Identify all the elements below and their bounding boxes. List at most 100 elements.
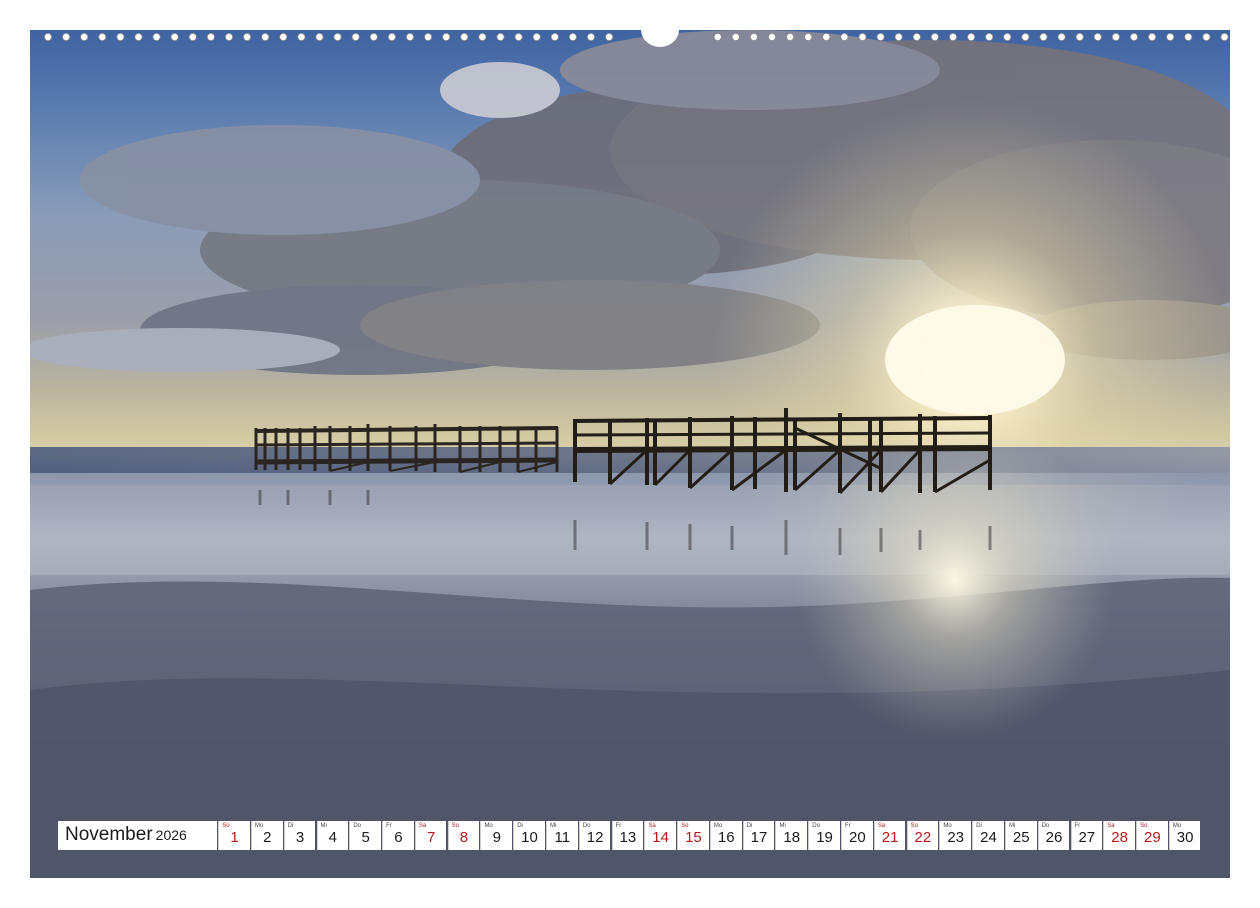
day-cell: Do 26 [1037,821,1070,850]
binding-hole [1220,33,1229,41]
binding-holes [43,33,1229,41]
binding-hole [550,33,559,41]
binding-hole [858,33,867,41]
binding-hole [894,33,903,41]
binding-hole [967,33,976,41]
binding-hole [188,33,197,41]
binding-hole [478,33,487,41]
binding-hole [605,33,614,41]
day-cell: So 15 [677,821,709,850]
day-cell: Mo 30 [1168,821,1201,850]
day-cell: Do 19 [808,821,840,850]
day-cell: Mi 25 [1004,821,1037,850]
day-cell: Do 12 [578,821,611,850]
day-cell: Mo 23 [939,821,971,850]
binding-hole [1075,33,1084,41]
day-cell: Mi 4 [316,821,349,850]
binding-hole [387,33,396,41]
day-number: 26 [1045,829,1063,846]
day-cell: Mo 9 [480,821,513,850]
day-number: 16 [717,829,735,846]
binding-hole [279,33,288,41]
binding-hole [62,33,71,41]
binding-hole [43,33,52,41]
day-number: 20 [848,829,866,846]
day-cell: Fr 27 [1070,821,1103,850]
binding-hole [1093,33,1102,41]
day-number: 4 [328,829,337,846]
binding-hole [80,33,89,41]
month-name: November [65,824,153,845]
binding-hole [1003,33,1012,41]
day-number: 2 [263,829,272,846]
binding-hole [930,33,939,41]
day-cell: Fr 20 [841,821,873,850]
binding-hole [98,33,107,41]
day-cell: So 29 [1136,821,1168,850]
day-number: 27 [1078,829,1096,846]
binding-hole [1130,33,1139,41]
binding-hole [1057,33,1066,41]
binding-hole [1148,33,1157,41]
binding-hole [496,33,505,41]
day-number: 9 [492,829,501,846]
binding-hole [1202,33,1211,41]
binding-hole [369,33,378,41]
day-cell: Mo 2 [250,821,283,850]
binding-hole [261,33,270,41]
binding-hole [424,33,433,41]
day-cell: So 1 [218,821,250,850]
day-cell: So 22 [906,821,939,850]
binding-hole [876,33,885,41]
day-number: 3 [295,829,305,846]
day-cell: So 8 [447,821,480,850]
binding-hole [1166,33,1175,41]
binding-hole [822,33,831,41]
binding-hole [134,33,143,41]
binding-hole [297,33,306,41]
day-number: 24 [980,829,997,846]
day-number: 5 [361,829,370,846]
day-number: 12 [586,829,604,846]
day-cell: Do 5 [349,821,381,850]
binding-hole [206,33,215,41]
year: 2026 [155,827,187,843]
binding-hole [731,33,740,41]
day-number: 14 [652,829,669,846]
binding-hole [116,33,125,41]
binding-hole [985,33,994,41]
day-number: 10 [521,829,538,846]
day-number: 13 [619,829,637,846]
binding-hole [1039,33,1048,41]
day-number: 22 [914,829,932,846]
binding-hole [243,33,252,41]
day-number: 19 [816,829,833,846]
binding-hole [912,33,921,41]
day-cell: Sa 21 [873,821,906,850]
day-number: 11 [554,829,571,846]
day-number: 21 [881,829,899,846]
binding-hole [224,33,233,41]
day-number: 18 [783,829,801,846]
day-number: 30 [1176,829,1194,846]
day-number: 1 [230,829,239,846]
day-number: 7 [427,829,436,846]
binding-hole [170,33,179,41]
binding-hole [1184,33,1193,41]
day-number: 25 [1012,829,1030,846]
day-cell: Mi 18 [775,821,808,850]
binding-hole [1021,33,1030,41]
binding-hole [514,33,523,41]
spiral-binding [30,12,1230,47]
day-number: 6 [394,829,403,846]
binding-hole [333,33,342,41]
month-label: November 2026 [58,821,217,850]
day-cell: Mi 11 [546,821,578,850]
day-number: 15 [685,829,702,846]
day-cell: Di 3 [283,821,316,850]
binding-hole [532,33,541,41]
day-number: 17 [750,829,768,846]
binding-hole [315,33,324,41]
calendar-strip: November 2026 So 1 Mo 2 Di 3 Mi 4 Do 5 Fr 6 Sa 7 So 8 Mo 9… [58,821,1201,850]
day-cell: Di 17 [742,821,775,850]
